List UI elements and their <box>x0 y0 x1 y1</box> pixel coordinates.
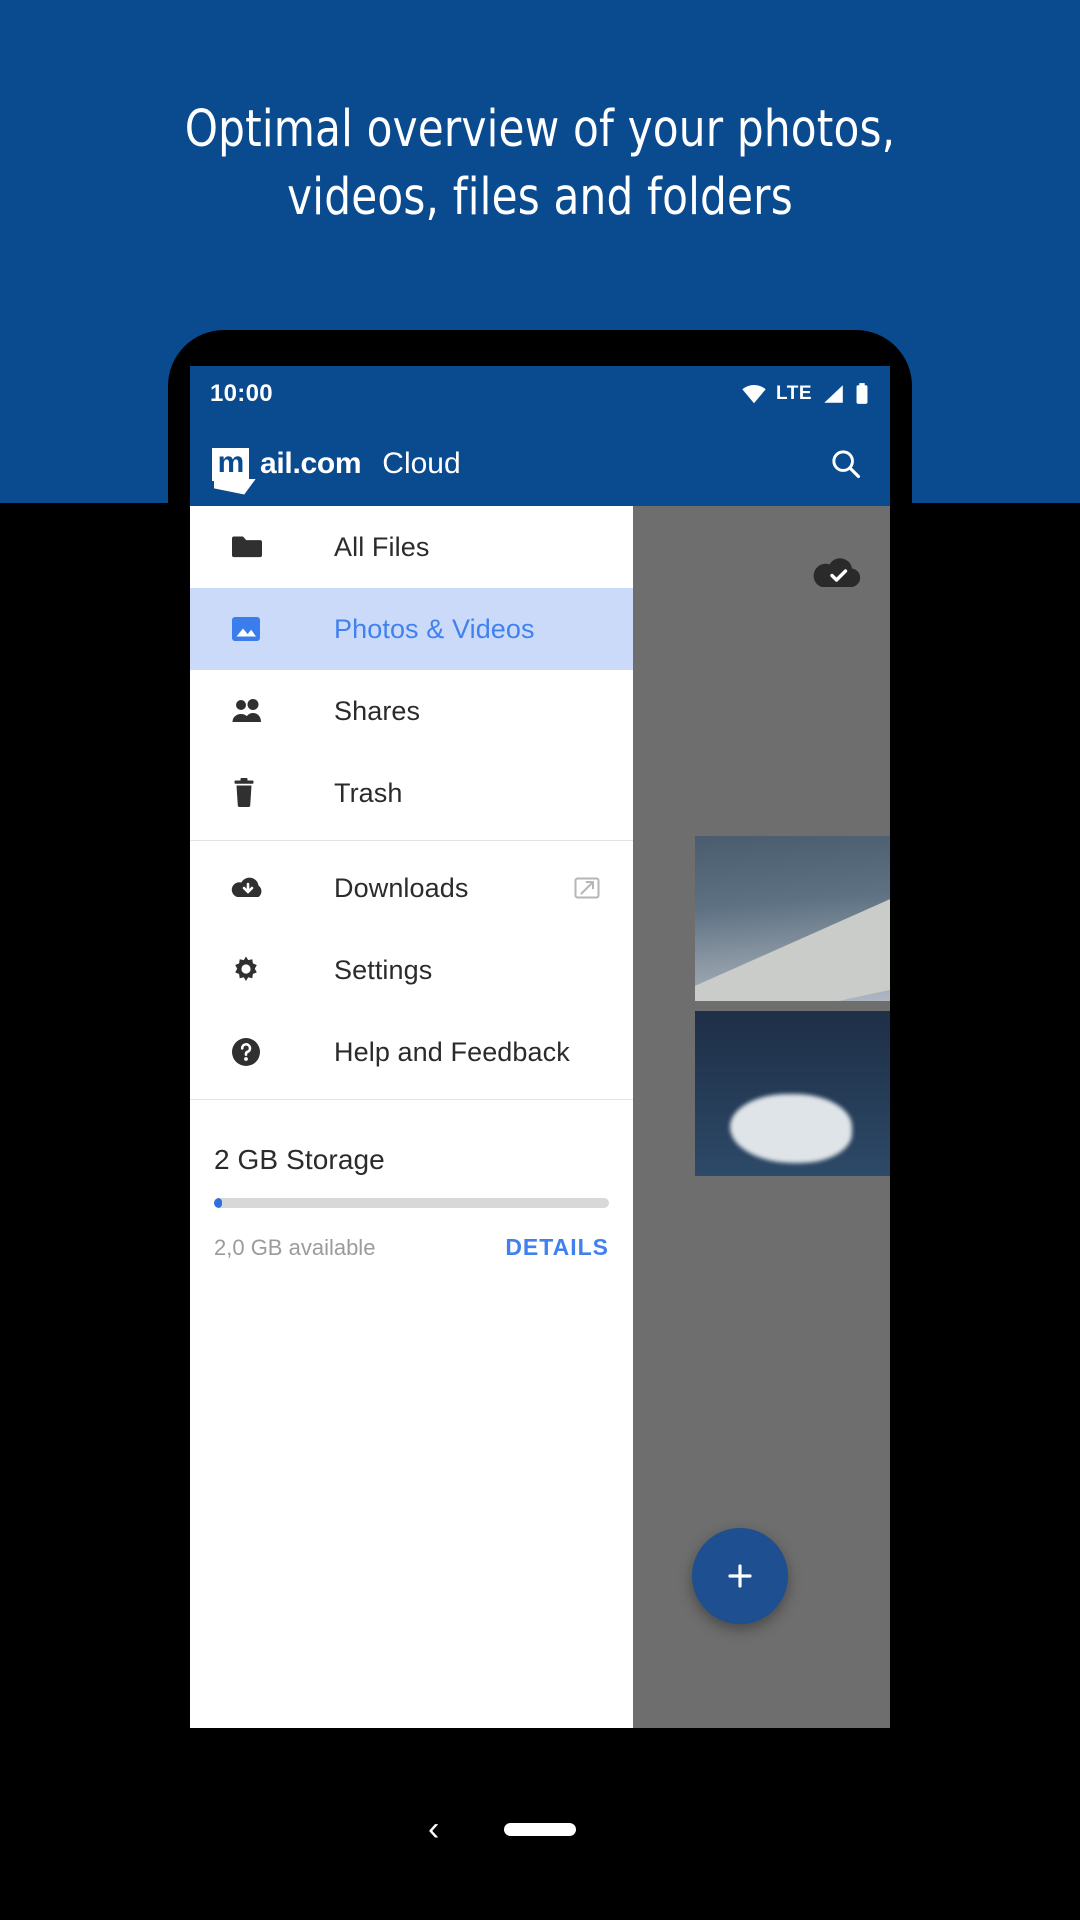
help-circle-icon <box>230 1036 276 1068</box>
wifi-icon <box>742 384 766 404</box>
storage-title: 2 GB Storage <box>214 1144 385 1175</box>
plus-icon <box>728 1564 752 1588</box>
promo-headline-line-2: videos, files and folders <box>287 168 793 227</box>
cloud-check-icon <box>812 551 862 591</box>
mail-logo-letter: m <box>217 446 245 479</box>
storage-details-button[interactable]: DETAILS <box>505 1234 609 1261</box>
back-chevron-icon[interactable]: ‹ <box>428 1812 439 1846</box>
network-label: LTE <box>776 383 812 404</box>
drawer-item-label: Downloads <box>334 872 469 903</box>
drawer-item-label: Trash <box>334 777 403 808</box>
drawer-item-help-and-feedback[interactable]: Help and Feedback <box>190 1011 633 1093</box>
drawer-item-photos-videos[interactable]: Photos & Videos <box>190 588 633 670</box>
brand-logo: m ail.com Cloud <box>212 446 461 495</box>
screenshot-stage: Optimal overview of your photos, videos,… <box>0 0 1080 1920</box>
storage-available-label: 2,0 GB available <box>214 1234 376 1260</box>
photo-tile[interactable] <box>695 1011 890 1176</box>
search-icon <box>832 450 861 479</box>
people-icon <box>230 697 276 725</box>
storage-info-row: 2,0 GB available DETAILS <box>214 1234 609 1261</box>
cloud-download-icon <box>230 874 276 902</box>
drawer-divider <box>190 1099 633 1100</box>
home-pill[interactable] <box>504 1822 576 1836</box>
drawer-item-list: All Files Photos & Videos Shares Trash D… <box>190 506 633 1100</box>
drawer-item-label: Photos & Videos <box>334 613 535 644</box>
status-icons: LTE <box>741 382 870 406</box>
brand-name: ail.com <box>260 447 362 480</box>
folder-icon <box>230 533 276 561</box>
status-time: 10:00 <box>210 380 273 407</box>
status-bar: 10:00 LTE <box>190 366 890 422</box>
drawer-divider <box>190 840 633 841</box>
android-nav-bar: ‹ <box>168 1790 912 1868</box>
photo-tile[interactable] <box>695 836 890 1001</box>
image-icon <box>230 613 276 645</box>
promo-headline-line-1: Optimal overview of your photos, <box>184 100 896 159</box>
drawer-item-trash[interactable]: Trash <box>190 752 633 834</box>
drawer-item-label: Shares <box>334 695 421 726</box>
drawer-item-shares[interactable]: Shares <box>190 670 633 752</box>
storage-section: 2 GB Storage 2,0 GB available DETAILS <box>190 1106 633 1261</box>
promo-headline: Optimal overview of your photos, videos,… <box>43 96 1037 232</box>
storage-progress-fill <box>214 1198 222 1208</box>
battery-icon <box>856 383 868 404</box>
gear-icon <box>230 954 276 986</box>
phone-screen: 10:00 LTE m ail.com Cloud All Files Phot… <box>190 366 890 1728</box>
search-button[interactable] <box>824 442 868 486</box>
envelope-flap-icon <box>214 478 256 495</box>
app-bar: m ail.com Cloud <box>190 422 890 506</box>
drawer-item-downloads[interactable]: Downloads <box>190 847 633 929</box>
product-name: Cloud <box>382 447 461 480</box>
navigation-drawer: All Files Photos & Videos Shares Trash D… <box>190 506 633 1728</box>
add-fab-button[interactable] <box>692 1528 788 1624</box>
signal-icon <box>824 385 843 403</box>
drawer-item-settings[interactable]: Settings <box>190 929 633 1011</box>
drawer-item-label: Help and Feedback <box>334 1036 570 1067</box>
drawer-item-label: Settings <box>334 954 433 985</box>
drawer-item-all-files[interactable]: All Files <box>190 506 633 588</box>
trash-icon <box>230 777 276 809</box>
external-link-icon[interactable] <box>573 874 601 902</box>
drawer-item-label: All Files <box>334 531 430 562</box>
mail-logo-mark: m <box>212 446 256 495</box>
storage-progress-bar <box>214 1198 609 1208</box>
